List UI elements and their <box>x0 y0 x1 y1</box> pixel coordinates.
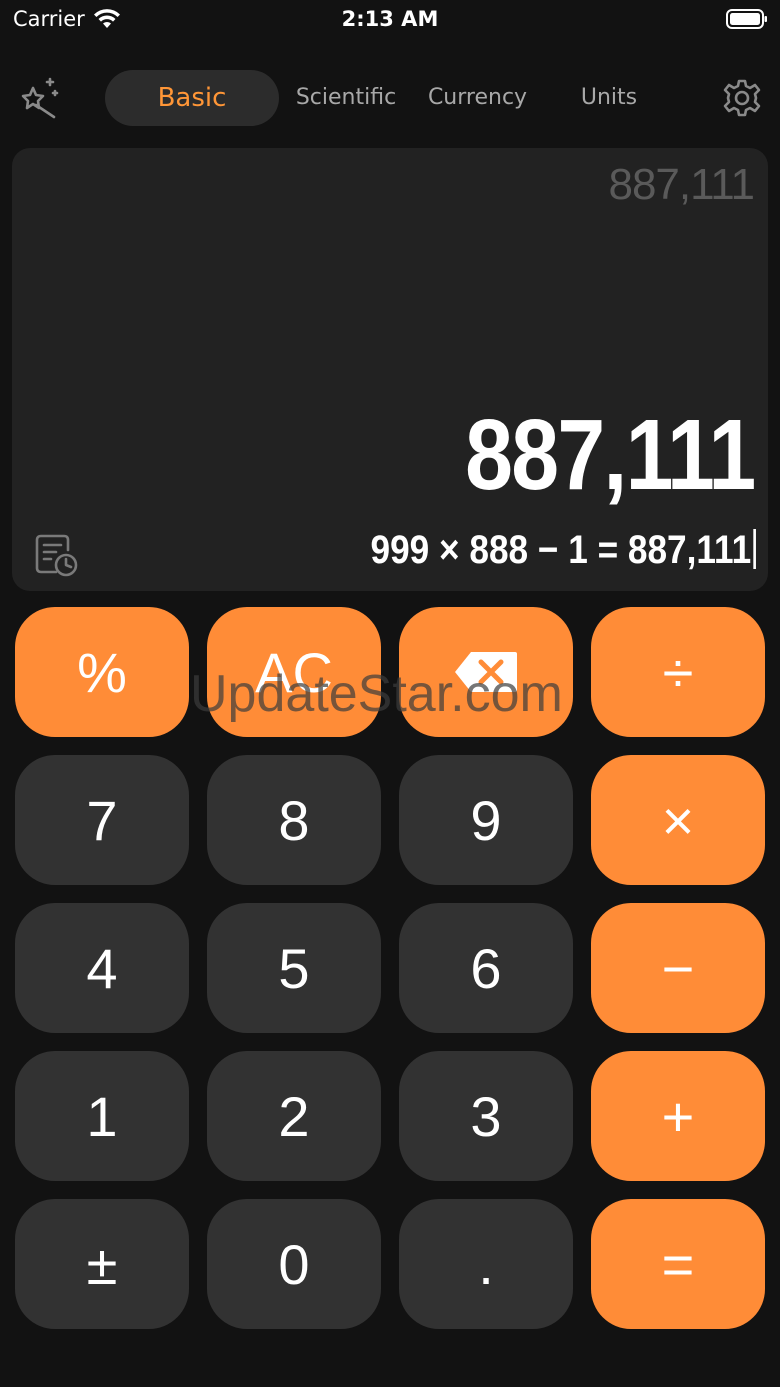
expression-input[interactable]: 999 × 888 − 1 = 887,111 <box>371 528 756 573</box>
digit-3-button[interactable]: 3 <box>399 1051 573 1181</box>
gear-icon[interactable] <box>722 78 762 118</box>
digit-5-button[interactable]: 5 <box>207 903 381 1033</box>
status-time: 2:13 AM <box>341 7 439 31</box>
text-caret <box>753 529 756 569</box>
decimal-button[interactable]: . <box>399 1199 573 1329</box>
tab-units[interactable]: Units <box>560 70 658 126</box>
digit-4-button[interactable]: 4 <box>15 903 189 1033</box>
add-button[interactable]: + <box>591 1051 765 1181</box>
battery-icon <box>726 9 767 29</box>
tab-scientific[interactable]: Scientific <box>290 70 402 126</box>
tab-basic[interactable]: Basic <box>105 70 279 126</box>
calculator-display: 887,111 887,111 999 × 888 − 1 = 887,111 <box>12 148 768 591</box>
magic-wand-icon[interactable] <box>20 75 60 119</box>
equals-button[interactable]: = <box>591 1199 765 1329</box>
current-result: 887,111 <box>464 399 756 511</box>
plus-minus-button[interactable]: ± <box>15 1199 189 1329</box>
tab-currency[interactable]: Currency <box>420 70 535 126</box>
backspace-button[interactable] <box>399 607 573 737</box>
history-icon[interactable] <box>34 532 80 578</box>
divide-button[interactable]: ÷ <box>591 607 765 737</box>
digit-9-button[interactable]: 9 <box>399 755 573 885</box>
digit-0-button[interactable]: 0 <box>207 1199 381 1329</box>
digit-1-button[interactable]: 1 <box>15 1051 189 1181</box>
backspace-icon <box>455 652 517 692</box>
subtract-button[interactable]: − <box>591 903 765 1033</box>
expression-text: 999 × 888 − 1 = 887,111 <box>370 528 752 572</box>
mode-nav: Basic Scientific Currency Units <box>0 68 780 128</box>
digit-7-button[interactable]: 7 <box>15 755 189 885</box>
digit-6-button[interactable]: 6 <box>399 903 573 1033</box>
percent-button[interactable]: % <box>15 607 189 737</box>
multiply-button[interactable]: × <box>591 755 765 885</box>
clear-button[interactable]: AC <box>207 607 381 737</box>
previous-result: 887,111 <box>608 160 755 209</box>
digit-8-button[interactable]: 8 <box>207 755 381 885</box>
status-bar: Carrier 2:13 AM <box>0 0 780 40</box>
digit-2-button[interactable]: 2 <box>207 1051 381 1181</box>
